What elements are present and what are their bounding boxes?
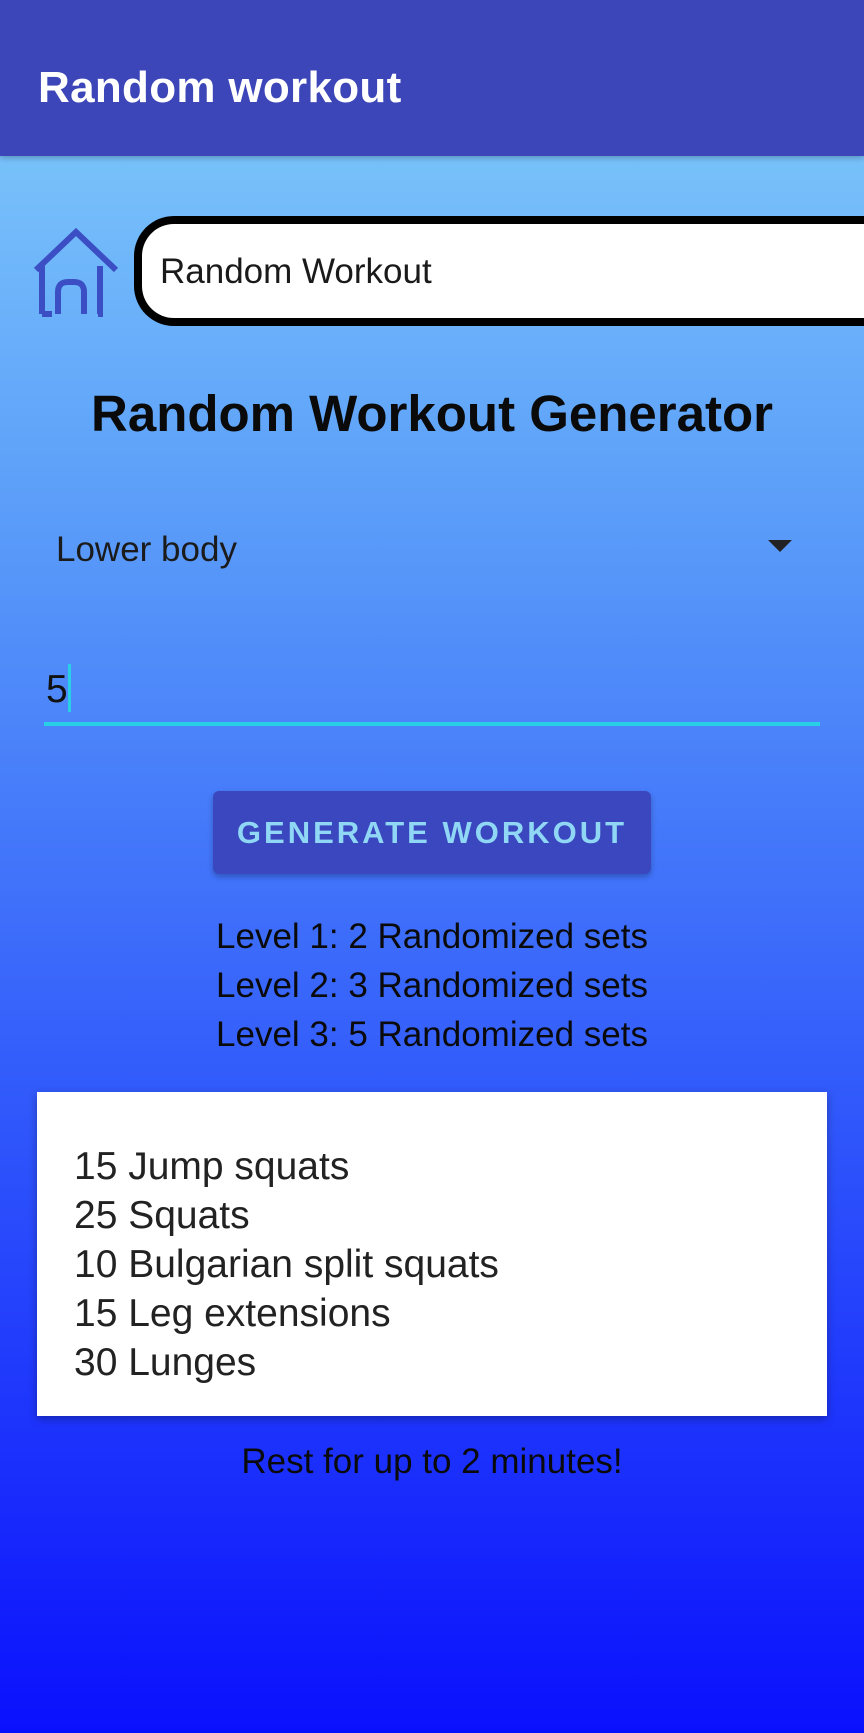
dropdown-arrow-icon <box>768 540 792 552</box>
text-caret <box>68 664 71 712</box>
levels-info: Level 1: 2 Randomized sets Level 2: 3 Ra… <box>0 912 864 1059</box>
home-icon[interactable] <box>34 226 118 318</box>
workout-list-card: 15 Jump squats 25 Squats 10 Bulgarian sp… <box>37 1092 827 1416</box>
page-title-box: Random Workout <box>134 216 864 326</box>
app-bar: Random workout <box>0 0 864 156</box>
body-part-dropdown[interactable]: Lower body <box>44 520 820 576</box>
sets-input-value: 5 <box>46 668 68 711</box>
level-line: Level 2: 3 Randomized sets <box>216 966 648 1005</box>
generate-workout-button[interactable]: GENERATE WORKOUT <box>213 791 651 874</box>
level-line: Level 3: 5 Randomized sets <box>216 1015 648 1054</box>
exercise-item: 10 Bulgarian split squats <box>74 1243 499 1286</box>
app-bar-title: Random workout <box>38 63 402 112</box>
level-line: Level 1: 2 Randomized sets <box>216 917 648 956</box>
body-part-selected: Lower body <box>56 530 237 569</box>
exercise-item: 15 Leg extensions <box>74 1292 391 1335</box>
generator-heading: Random Workout Generator <box>91 385 773 442</box>
rest-message: Rest for up to 2 minutes! <box>241 1442 623 1481</box>
exercise-item: 15 Jump squats <box>74 1145 350 1188</box>
exercise-item: 30 Lunges <box>74 1341 257 1384</box>
exercise-item: 25 Squats <box>74 1194 250 1237</box>
sets-input[interactable]: 5 <box>44 654 820 726</box>
page-title: Random Workout <box>160 252 432 291</box>
